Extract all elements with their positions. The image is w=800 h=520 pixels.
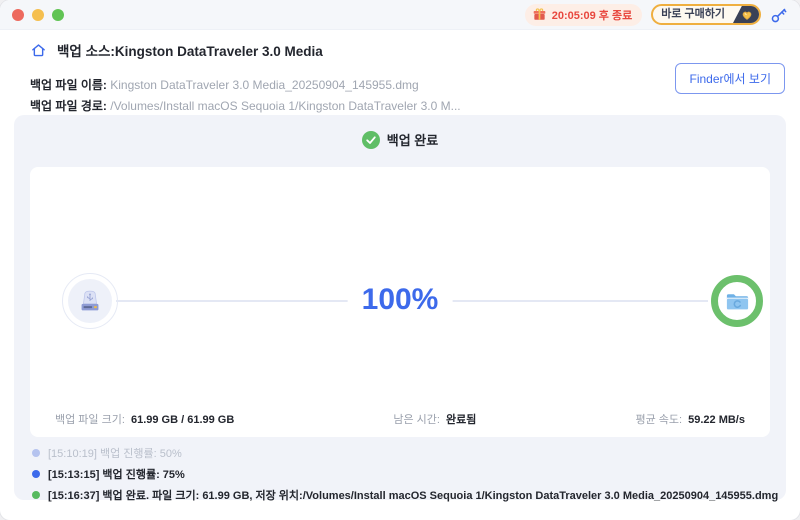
backup-panel: 백업 완료 100% 백업 파일 크기: 61.99 GB / 61.99 GB… bbox=[14, 115, 786, 503]
file-name-label: 백업 파일 이름: bbox=[30, 78, 107, 92]
stat-file-size: 백업 파일 크기: 61.99 GB / 61.99 GB bbox=[55, 411, 234, 427]
log-entry: [15:10:19] 백업 진행률: 50% bbox=[32, 445, 778, 461]
stat-time-left-value: 완료됨 bbox=[446, 414, 477, 426]
page-header: 백업 소스:Kingston DataTraveler 3.0 Media bbox=[30, 40, 323, 60]
stat-file-size-label: 백업 파일 크기: bbox=[55, 414, 125, 426]
page-title: 백업 소스:Kingston DataTraveler 3.0 Media bbox=[57, 44, 323, 59]
stats-row: 백업 파일 크기: 61.99 GB / 61.99 GB 남은 시간: 완료됨… bbox=[55, 411, 745, 427]
file-name-value: Kingston DataTraveler 3.0 Media_20250904… bbox=[110, 78, 419, 92]
file-path-value: /Volumes/Install macOS Sequoia 1/Kingsto… bbox=[110, 99, 461, 113]
close-button[interactable] bbox=[12, 8, 24, 21]
progress-card: 100% 백업 파일 크기: 61.99 GB / 61.99 GB 남은 시간… bbox=[30, 167, 770, 437]
source-device-node bbox=[62, 273, 118, 329]
log-text: [15:16:37] 백업 완료. 파일 크기: 61.99 GB, 저장 위치… bbox=[48, 490, 779, 502]
stat-file-size-value: 61.99 GB / 61.99 GB bbox=[130, 414, 235, 426]
stat-avg-speed-label: 평균 속도: bbox=[635, 414, 683, 426]
stat-avg-speed: 평균 속도: 59.22 MB/s bbox=[635, 411, 745, 427]
log-list: [15:10:19] 백업 진행률: 50% [15:13:15] 백업 진행률… bbox=[32, 445, 778, 503]
key-icon bbox=[770, 6, 788, 24]
gift-icon bbox=[532, 7, 547, 22]
log-dot-icon bbox=[32, 491, 40, 499]
log-dot-icon bbox=[32, 470, 40, 478]
log-dot-icon bbox=[32, 449, 40, 457]
log-text: [15:13:15] 백업 진행률: 75% bbox=[48, 469, 185, 481]
app-window: 20:05:09 후 종료 바로 구매하기 백업 소스:Kingston Dat… bbox=[0, 0, 800, 520]
file-path-label: 백업 파일 경로: bbox=[30, 99, 107, 113]
titlebar: 20:05:09 후 종료 바로 구매하기 bbox=[0, 0, 800, 30]
status-badge: 백업 완료 bbox=[14, 115, 786, 149]
home-icon[interactable] bbox=[30, 42, 47, 59]
stat-time-left: 남은 시간: 완료됨 bbox=[393, 411, 476, 427]
countdown-text: 20:05:09 후 종료 bbox=[551, 9, 633, 22]
zoom-button[interactable] bbox=[52, 8, 64, 21]
minimize-button[interactable] bbox=[32, 8, 44, 21]
gem-icon bbox=[733, 6, 759, 23]
progress-percent: 100% bbox=[347, 283, 453, 317]
usb-drive-icon bbox=[68, 279, 112, 323]
log-text: [15:10:19] 백업 진행률: 50% bbox=[48, 448, 182, 460]
show-in-finder-button[interactable]: Finder에서 보기 bbox=[675, 63, 785, 94]
log-entry: [15:13:15] 백업 진행률: 75% bbox=[32, 466, 778, 482]
destination-node bbox=[711, 275, 763, 327]
buy-now-button[interactable]: 바로 구매하기 bbox=[651, 4, 761, 25]
status-badge-label: 백업 완료 bbox=[386, 133, 439, 148]
buy-now-label: 바로 구매하기 bbox=[661, 8, 725, 20]
stat-avg-speed-value: 59.22 MB/s bbox=[688, 414, 745, 426]
file-path-row: 백업 파일 경로: /Volumes/Install macOS Sequoia… bbox=[30, 96, 461, 117]
log-entry: [15:16:37] 백업 완료. 파일 크기: 61.99 GB, 저장 위치… bbox=[32, 487, 778, 503]
promo-countdown-badge[interactable]: 20:05:09 후 종료 bbox=[524, 3, 643, 26]
file-name-row: 백업 파일 이름: Kingston DataTraveler 3.0 Medi… bbox=[30, 75, 461, 96]
stat-time-left-label: 남은 시간: bbox=[393, 414, 440, 426]
check-circle-icon bbox=[361, 130, 380, 149]
folder-icon bbox=[724, 288, 751, 315]
register-key-button[interactable] bbox=[770, 6, 788, 24]
traffic-lights bbox=[12, 8, 64, 21]
file-info: 백업 파일 이름: Kingston DataTraveler 3.0 Medi… bbox=[30, 75, 461, 117]
